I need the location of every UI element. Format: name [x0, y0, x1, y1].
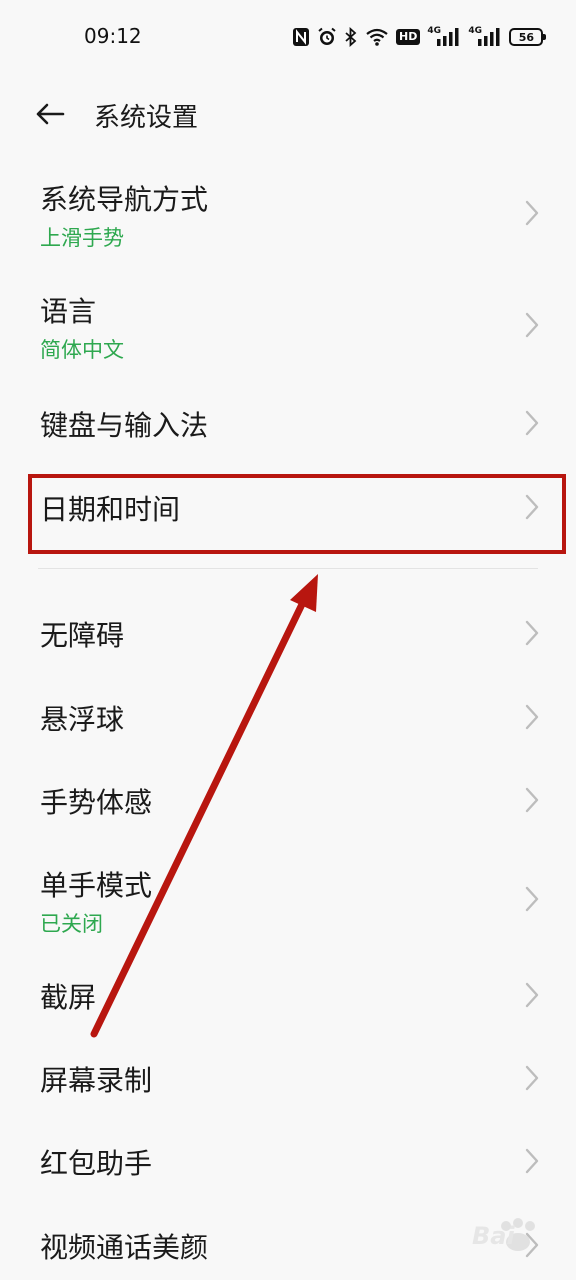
setting-item-label: 无障碍 [40, 619, 125, 652]
chevron-right-icon [525, 1148, 539, 1174]
settings-list: 系统导航方式 上滑手势 语言 简体中文 键盘与输入法 日期和时间 无障碍 悬浮球… [0, 0, 576, 1280]
setting-item-floating-ball[interactable]: 悬浮球 [0, 688, 576, 752]
setting-item-label: 屏幕录制 [40, 1064, 153, 1097]
setting-item-screen-recording[interactable]: 屏幕录制 [0, 1049, 576, 1113]
setting-item-value: 上滑手势 [40, 226, 124, 250]
setting-item-label: 悬浮球 [40, 703, 125, 736]
setting-item-label: 单手模式 [40, 869, 153, 902]
setting-item-label: 键盘与输入法 [40, 409, 209, 442]
chevron-right-icon [525, 200, 539, 226]
setting-item-keyboard[interactable]: 键盘与输入法 [0, 394, 576, 458]
setting-item-label: 语言 [40, 295, 97, 328]
chevron-right-icon [525, 620, 539, 646]
setting-item-one-hand-mode[interactable]: 单手模式 已关闭 [0, 854, 576, 944]
chevron-right-icon [525, 410, 539, 436]
section-divider [38, 568, 538, 569]
setting-item-red-packet-assistant[interactable]: 红包助手 [0, 1132, 576, 1196]
chevron-right-icon [525, 1065, 539, 1091]
setting-item-date-time[interactable]: 日期和时间 [0, 478, 576, 542]
setting-item-label: 视频通话美颜 [40, 1231, 209, 1264]
setting-item-value: 已关闭 [40, 912, 103, 936]
chevron-right-icon [525, 982, 539, 1008]
setting-item-accessibility[interactable]: 无障碍 [0, 604, 576, 668]
setting-item-label: 系统导航方式 [40, 183, 209, 216]
setting-item-label: 手势体感 [40, 786, 153, 819]
setting-item-value: 简体中文 [40, 338, 124, 362]
setting-item-video-call-beauty[interactable]: 视频通话美颜 [0, 1216, 576, 1280]
chevron-right-icon [525, 787, 539, 813]
setting-item-label: 红包助手 [40, 1147, 153, 1180]
chevron-right-icon [525, 494, 539, 520]
setting-item-screenshot[interactable]: 截屏 [0, 966, 576, 1030]
setting-item-navigation-mode[interactable]: 系统导航方式 上滑手势 [0, 168, 576, 258]
setting-item-language[interactable]: 语言 简体中文 [0, 280, 576, 370]
setting-item-gestures[interactable]: 手势体感 [0, 771, 576, 835]
setting-item-label: 截屏 [40, 981, 97, 1014]
chevron-right-icon [525, 886, 539, 912]
chevron-right-icon [525, 312, 539, 338]
chevron-right-icon [525, 704, 539, 730]
chevron-right-icon [525, 1232, 539, 1258]
setting-item-label: 日期和时间 [40, 493, 181, 526]
